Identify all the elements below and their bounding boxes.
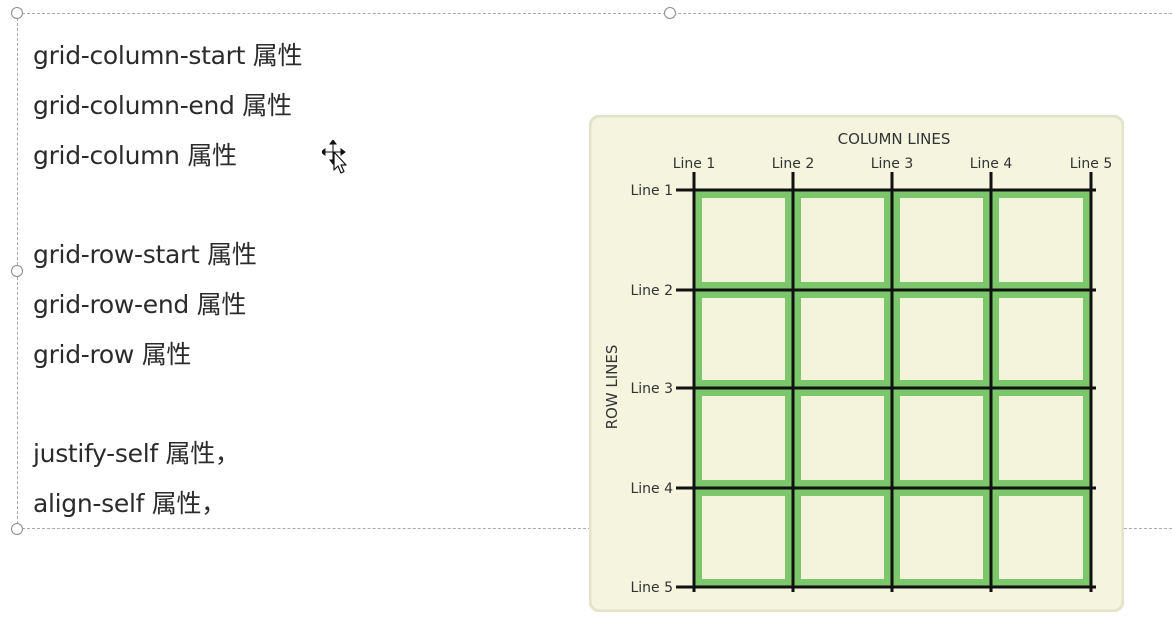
grid-cell — [702, 198, 785, 282]
grid-cell — [999, 198, 1083, 282]
column-line-label: Line 2 — [772, 156, 815, 172]
column-line-label: Line 4 — [970, 156, 1013, 172]
row-line-label: Line 2 — [630, 283, 673, 299]
column-lines-title: COLUMN LINES — [838, 130, 951, 148]
resize-handle-bottom-left[interactable] — [11, 523, 23, 535]
grid-lines-svg: Line 1 Line 2 Line 3 Line 4 Line 5 Line 1 Line… — [588, 114, 1125, 613]
grid-cell — [801, 396, 884, 480]
row-line-label: Line 4 — [630, 481, 673, 497]
move-cursor-icon — [322, 140, 347, 174]
grid-cell — [900, 496, 983, 579]
column-line-label: Line 1 — [673, 156, 716, 172]
column-line-label: Line 5 — [1070, 156, 1113, 172]
column-line-label: Line 3 — [871, 156, 914, 172]
grid-cell — [702, 496, 785, 579]
grid-cell — [801, 198, 884, 282]
grid-cell — [702, 298, 785, 380]
row-lines-title: ROW LINES — [603, 345, 621, 430]
grid-cell — [801, 298, 884, 380]
text-line: grid-row-start 属性 — [33, 240, 257, 269]
grid-cell — [999, 298, 1083, 380]
grid-cell — [999, 396, 1083, 480]
grid-cell — [900, 198, 983, 282]
grid-cell — [999, 496, 1083, 579]
text-line: grid-row 属性 — [33, 340, 192, 369]
grid-cell — [900, 396, 983, 480]
row-line-label: Line 1 — [630, 183, 673, 199]
text-line: justify-self 属性， — [33, 439, 240, 468]
grid-cell — [801, 496, 884, 579]
row-line-label: Line 3 — [630, 381, 673, 397]
grid-lines-diagram: Line 1 Line 2 Line 3 Line 4 Line 5 Line 1 Line… — [588, 114, 1125, 613]
text-line: grid-column 属性 — [33, 141, 237, 170]
text-line: align-self 属性， — [33, 489, 226, 518]
resize-handle-top-left[interactable] — [11, 7, 23, 19]
text-line: grid-row-end 属性 — [33, 290, 247, 319]
resize-handle-middle-left[interactable] — [11, 265, 23, 277]
text-line: grid-column-start 属性 — [33, 41, 303, 70]
text-line: grid-column-end 属性 — [33, 91, 292, 120]
resize-handle-top-middle[interactable] — [664, 7, 676, 19]
grid-cell — [702, 396, 785, 480]
row-line-label: Line 5 — [630, 580, 673, 596]
grid-cell — [900, 298, 983, 380]
